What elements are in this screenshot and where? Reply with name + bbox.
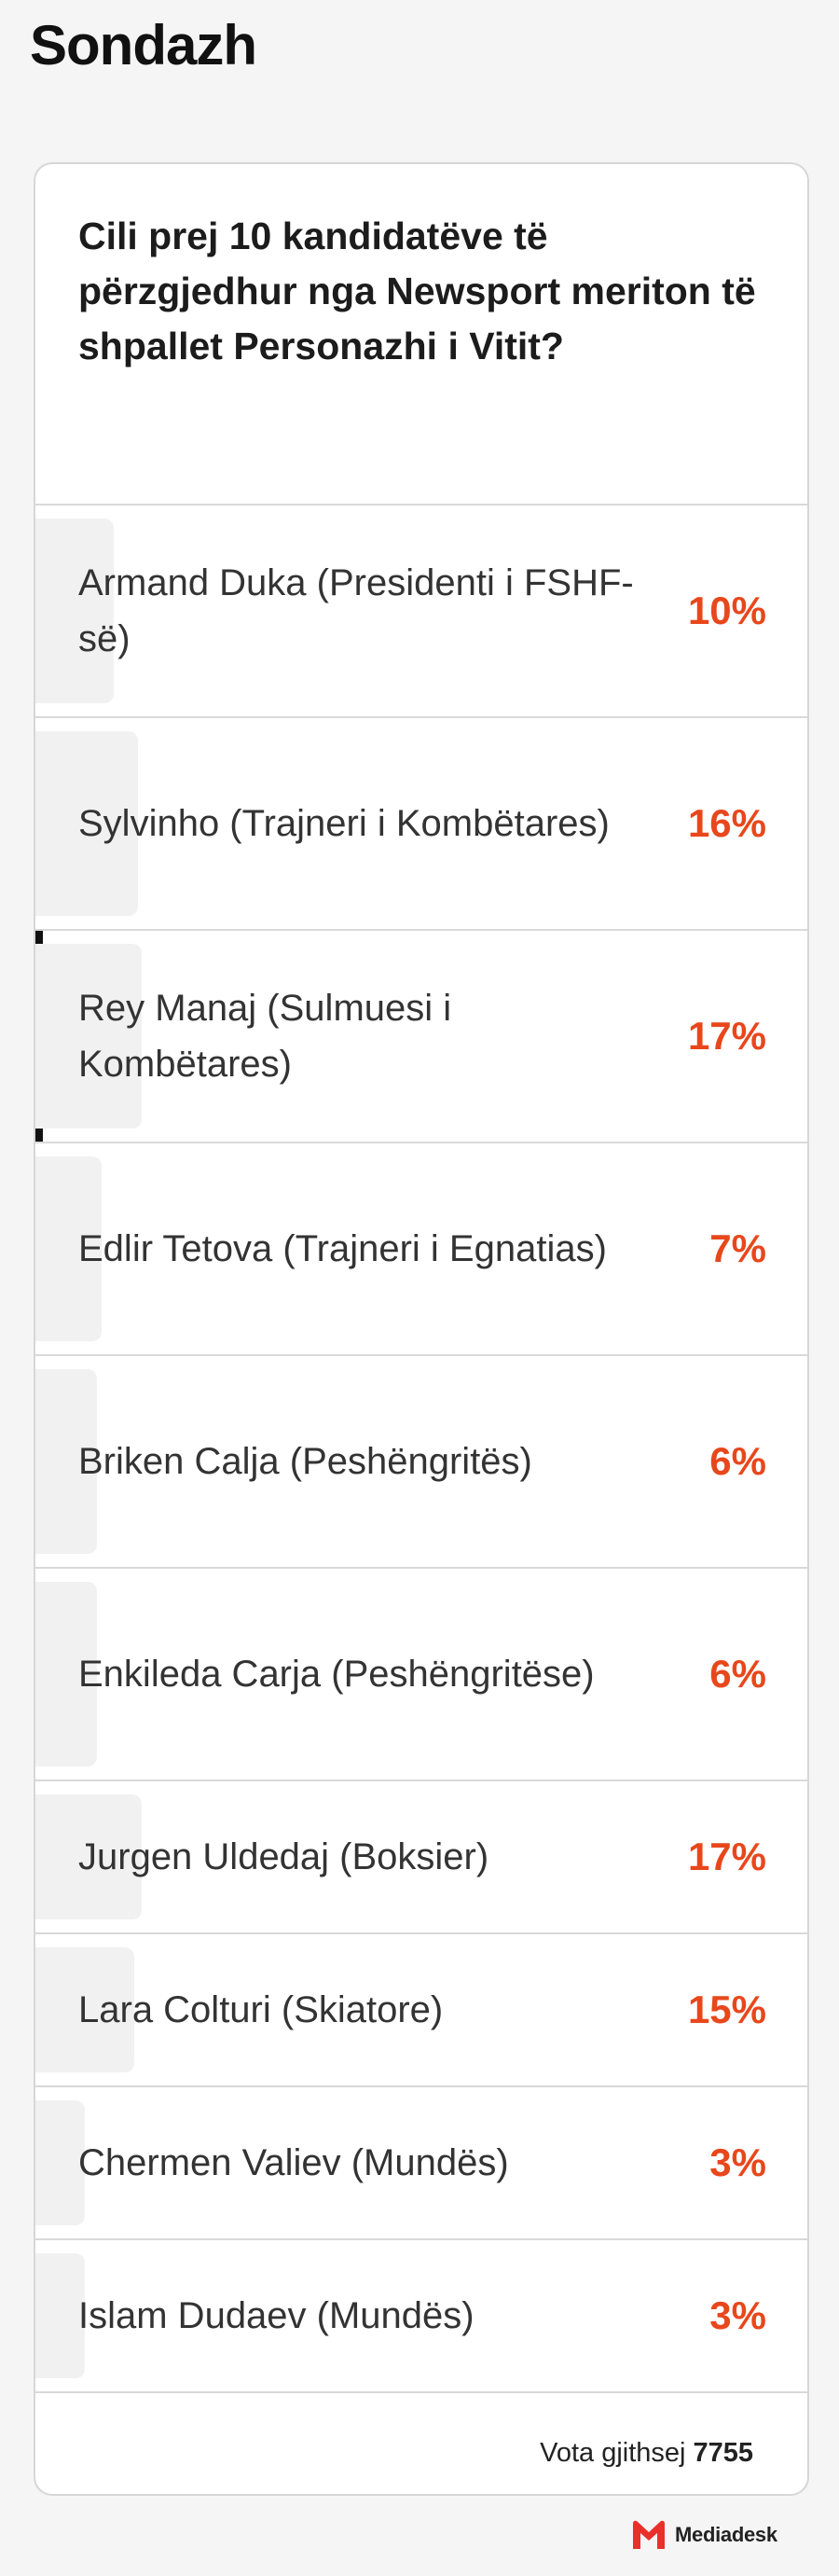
option-percent: 17% bbox=[687, 1835, 766, 1878]
page-title: Sondazh bbox=[30, 14, 257, 76]
option-percent: 6% bbox=[709, 1439, 766, 1483]
option-percent: 16% bbox=[687, 801, 766, 845]
option-label: Islam Dudaev (Mundës) bbox=[78, 2295, 475, 2336]
poll-option[interactable]: Enkileda Carja (Peshëngritëse) 6% bbox=[35, 1569, 807, 1781]
poll-option[interactable]: Armand Duka (Presidenti i FSHF-së) 10% bbox=[35, 506, 807, 718]
option-label: Jurgen Uldedaj (Boksier) bbox=[78, 1836, 489, 1877]
poll-option[interactable]: Sylvinho (Trajneri i Kombëtares) 16% bbox=[35, 718, 807, 931]
option-label: Lara Colturi (Skiatore) bbox=[78, 1989, 444, 2030]
total-votes-label: Vota gjithsej bbox=[540, 2437, 686, 2468]
poll-option[interactable]: Lara Colturi (Skiatore) 15% bbox=[35, 1934, 807, 2087]
poll-option[interactable]: Jurgen Uldedaj (Boksier) 17% bbox=[35, 1781, 807, 1934]
total-votes-count: 7755 bbox=[693, 2437, 753, 2468]
brand[interactable]: Mediadesk bbox=[630, 2518, 777, 2552]
option-percent: 3% bbox=[709, 2140, 766, 2184]
option-percent: 6% bbox=[709, 1652, 766, 1696]
option-label: Rey Manaj (Sulmuesi i Kombëtares) bbox=[78, 988, 452, 1085]
total-votes: Vota gjithsej 7755 bbox=[35, 2393, 807, 2494]
option-percent: 7% bbox=[709, 1226, 766, 1270]
poll-option[interactable]: Chermen Valiev (Mundës) 3% bbox=[35, 2087, 807, 2240]
option-percent: 3% bbox=[709, 2293, 766, 2337]
poll-question: Cili prej 10 kandidatëve të përzgjedhur … bbox=[35, 164, 807, 506]
poll-option[interactable]: Rey Manaj (Sulmuesi i Kombëtares) 17% bbox=[35, 931, 807, 1143]
poll-card: Cili prej 10 kandidatëve të përzgjedhur … bbox=[34, 162, 809, 2496]
option-percent: 10% bbox=[687, 589, 766, 632]
option-percent: 15% bbox=[687, 1987, 766, 2031]
option-label: Briken Calja (Peshëngritës) bbox=[78, 1441, 532, 1482]
option-label: Armand Duka (Presidenti i FSHF-së) bbox=[78, 562, 634, 659]
option-label: Edlir Tetova (Trajneri i Egnatias) bbox=[78, 1228, 607, 1269]
brand-name: Mediadesk bbox=[675, 2523, 777, 2546]
poll-option[interactable]: Briken Calja (Peshëngritës) 6% bbox=[35, 1356, 807, 1569]
poll-option[interactable]: Edlir Tetova (Trajneri i Egnatias) 7% bbox=[35, 1143, 807, 1356]
mediadesk-logo-icon bbox=[630, 2518, 667, 2552]
option-label: Chermen Valiev (Mundës) bbox=[78, 2142, 509, 2183]
option-label: Enkileda Carja (Peshëngritëse) bbox=[78, 1654, 595, 1695]
poll-option[interactable]: Islam Dudaev (Mundës) 3% bbox=[35, 2240, 807, 2393]
option-label: Sylvinho (Trajneri i Kombëtares) bbox=[78, 803, 610, 844]
option-percent: 17% bbox=[687, 1014, 766, 1058]
